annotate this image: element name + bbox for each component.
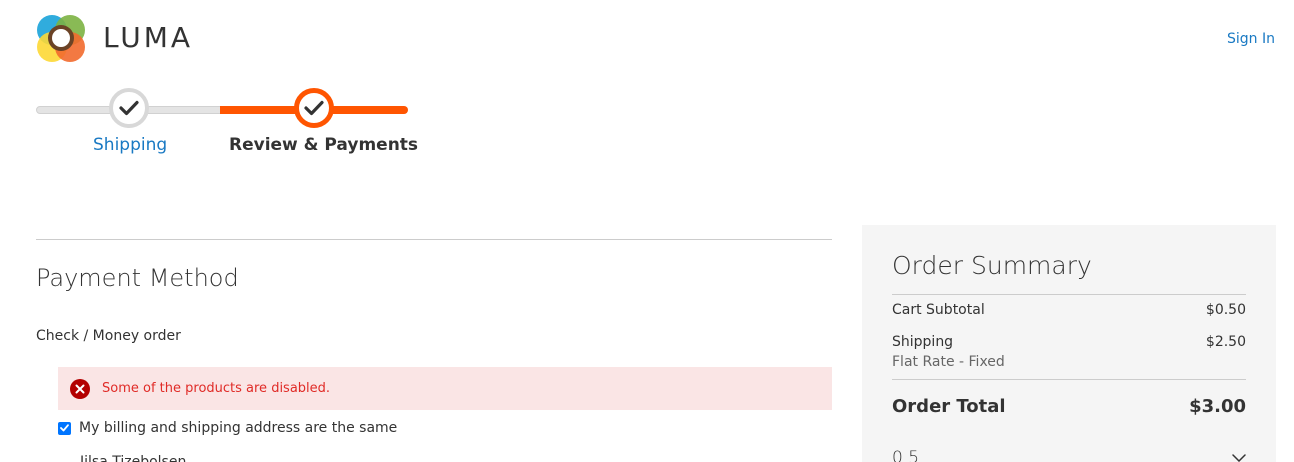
- cart-subtotal-value: $0.50: [1205, 302, 1246, 318]
- shipping-method-label: Flat Rate - Fixed: [892, 354, 1005, 370]
- checkout-progress-bar: Shipping Review & Payments: [36, 88, 418, 168]
- chevron-down-icon: [1232, 454, 1246, 462]
- order-summary-title: Order Summary: [892, 251, 1092, 280]
- items-in-cart-label: 0.5: [892, 448, 920, 462]
- check-icon: [60, 424, 69, 432]
- sign-in-link[interactable]: Sign In: [1227, 31, 1275, 47]
- order-summary: Order Summary Cart Subtotal $0.50 Shippi…: [862, 225, 1276, 462]
- checkmark-icon: [304, 100, 324, 116]
- payment-option-check-money-order[interactable]: Check / Money order: [36, 328, 181, 344]
- billing-same-as-shipping[interactable]: My billing and shipping address are the …: [58, 420, 397, 436]
- luma-logo-icon: [37, 15, 85, 62]
- step-review-payments-label: Review & Payments: [229, 135, 419, 155]
- cart-subtotal-row: Cart Subtotal $0.50: [892, 302, 1246, 318]
- luma-logo[interactable]: LUMA: [36, 13, 193, 63]
- summary-divider: [892, 294, 1246, 295]
- billing-same-checkbox[interactable]: [58, 421, 71, 435]
- logo-text: LUMA: [103, 21, 194, 54]
- billing-same-label: My billing and shipping address are the …: [79, 420, 398, 436]
- error-icon: [70, 378, 90, 399]
- shipping-value: $2.50: [1205, 334, 1246, 350]
- payment-method-title: Payment Method: [36, 264, 239, 292]
- order-total-label: Order Total: [892, 396, 1006, 417]
- items-in-cart-toggle[interactable]: 0.5: [892, 448, 1246, 462]
- shipping-row: Shipping $2.50: [892, 334, 1246, 350]
- step-shipping-indicator[interactable]: [109, 88, 149, 128]
- error-message: Some of the products are disabled.: [58, 367, 832, 410]
- step-review-payments-indicator: [294, 88, 334, 128]
- summary-divider: [892, 379, 1246, 380]
- shipping-label: Shipping: [892, 334, 954, 350]
- checkmark-icon: [119, 100, 139, 116]
- billing-address-name: Jilsa Tizebolsen: [80, 454, 187, 462]
- section-divider: [36, 239, 832, 240]
- error-text: Some of the products are disabled.: [102, 381, 331, 396]
- order-total-value: $3.00: [1189, 396, 1246, 417]
- order-total-row: Order Total $3.00: [892, 396, 1246, 417]
- step-shipping-label[interactable]: Shipping: [93, 135, 167, 155]
- cart-subtotal-label: Cart Subtotal: [892, 302, 985, 318]
